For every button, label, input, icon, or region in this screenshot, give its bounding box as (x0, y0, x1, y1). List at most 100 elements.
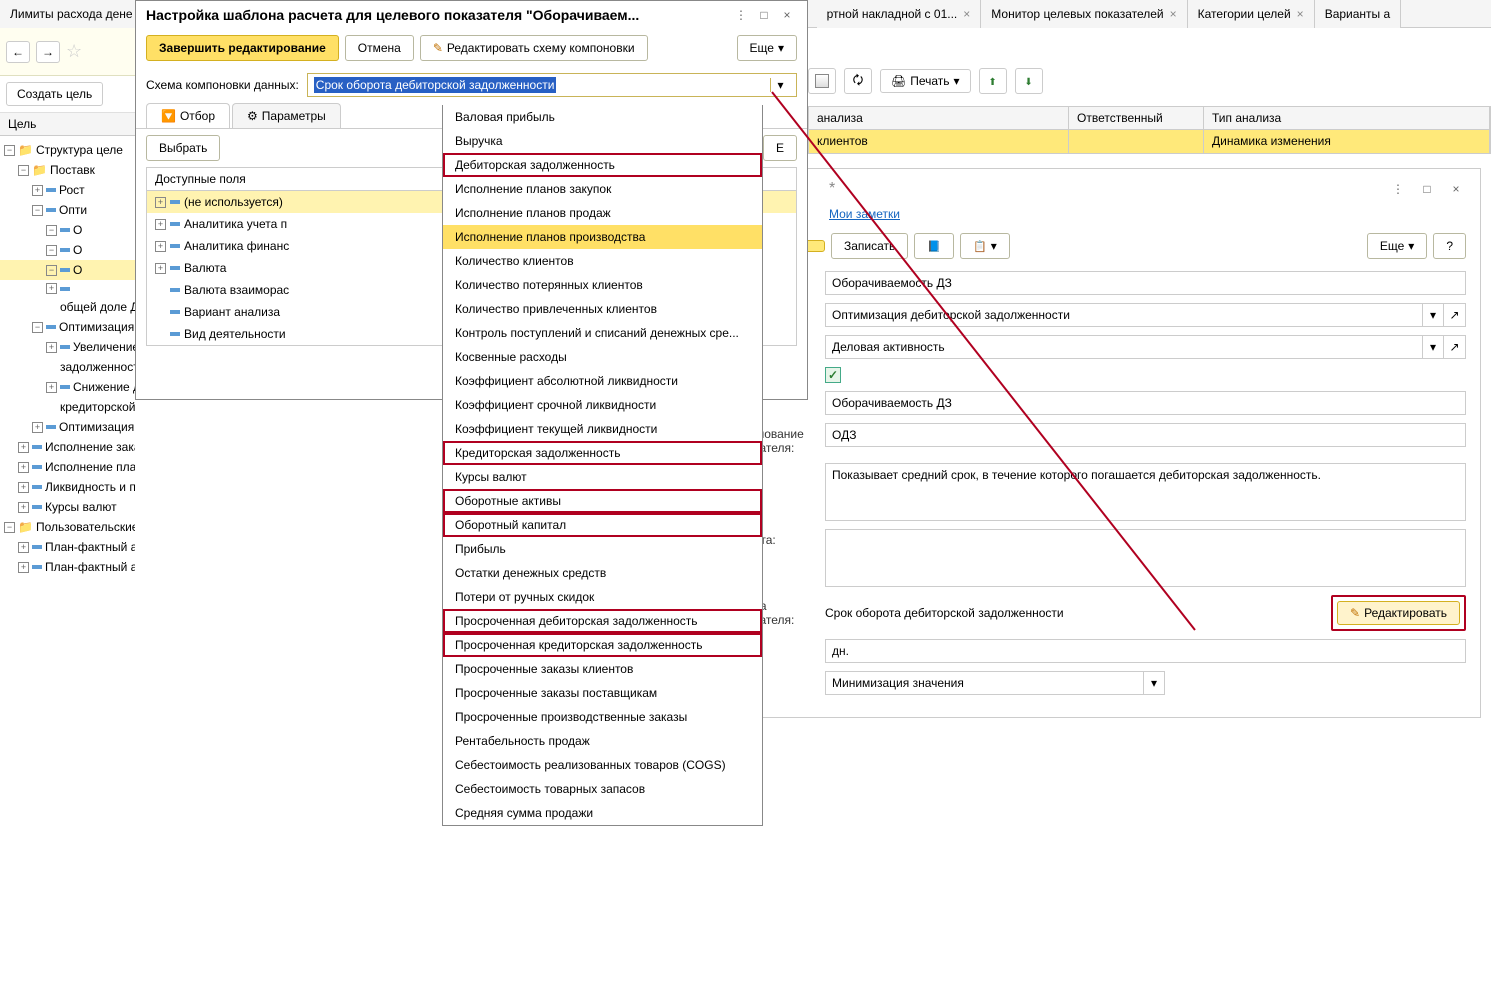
tab-monitor[interactable]: Монитор целевых показателей× (981, 0, 1187, 28)
tab-variants[interactable]: Варианты а (1315, 0, 1401, 28)
tab-invoice[interactable]: ртной накладной с 01...× (817, 0, 982, 28)
tree-row[interactable]: −📁Структура целе (0, 140, 135, 160)
fullname-field[interactable]: Оборачиваемость ДЗ (825, 391, 1466, 415)
dropdown-item[interactable]: Просроченная кредиторская задолженность (443, 633, 762, 657)
dropdown-item[interactable]: Валовая прибыль (443, 105, 762, 129)
tree-row[interactable]: задолженности (0, 357, 135, 377)
tree-row[interactable]: +План-фактный анализ лимитов (0, 557, 135, 577)
tab-params[interactable]: ⚙Параметры (232, 103, 341, 128)
dropdown-item[interactable]: Оборотный капитал (443, 513, 762, 537)
grid-header-responsible[interactable]: Ответственный (1069, 107, 1204, 129)
my-notes-link[interactable]: Мои заметки (829, 205, 1466, 229)
checkbox[interactable]: ✓ (825, 367, 841, 383)
dropdown-item[interactable]: Просроченные производственные заказы (443, 705, 762, 729)
tree-row[interactable]: −О (0, 220, 135, 240)
tree-row[interactable]: +Ликвидность и платежеспособность (0, 477, 135, 497)
dropdown-item[interactable]: Количество потерянных клиентов (443, 273, 762, 297)
move-up-button[interactable] (979, 68, 1007, 94)
more-button[interactable]: Еще ▾ (1367, 233, 1427, 259)
doc-icon-button[interactable] (808, 68, 836, 94)
dropdown-item[interactable]: Оборотные активы (443, 489, 762, 513)
open-icon[interactable]: ↗ (1444, 303, 1466, 327)
tab-limits[interactable]: Лимиты расхода дене (0, 0, 144, 28)
category-field[interactable]: Деловая активность (825, 335, 1422, 359)
tree-row[interactable]: −📁Пользовательские сценарии (0, 517, 135, 537)
more-button[interactable]: Еще ▾ (737, 35, 797, 61)
kebab-icon[interactable]: ⋮ (731, 5, 751, 25)
dropdown-item[interactable]: Курсы валют (443, 465, 762, 489)
grid-header-analysis[interactable]: анализа (809, 107, 1069, 129)
trend-field[interactable]: Минимизация значения (825, 671, 1143, 695)
dropdown-item[interactable]: Просроченные заказы поставщикам (443, 681, 762, 705)
chevron-down-icon[interactable]: ▾ (770, 78, 790, 92)
dropdown-item[interactable]: Дебиторская задолженность (443, 153, 762, 177)
short-name-field[interactable]: ОДЗ (825, 423, 1466, 447)
choose-button[interactable]: Выбрать (146, 135, 220, 161)
tab-filter[interactable]: 🔽Отбор (146, 103, 230, 128)
tree-row[interactable]: −📁Поставк (0, 160, 135, 180)
tree-row[interactable]: +Увеличение срока оборота кр (0, 337, 135, 357)
dropdown-item[interactable]: Рентабельность продаж (443, 729, 762, 753)
e-button[interactable]: Е (763, 135, 797, 161)
close-icon[interactable]: × (1297, 7, 1304, 21)
dropdown-item[interactable]: Исполнение планов производства (443, 225, 762, 249)
move-down-button[interactable] (1015, 68, 1043, 94)
goal-field[interactable]: Оптимизация дебиторской задолженности (825, 303, 1422, 327)
tree-row[interactable]: общей доле ДЗ (0, 297, 135, 317)
create-goal-button[interactable]: Создать цель (6, 82, 103, 106)
dropdown-item[interactable]: Выручка (443, 129, 762, 153)
finish-editing-button[interactable]: Завершить редактирование (146, 35, 339, 61)
edit-scheme-button[interactable]: Редактировать схему компоновки (420, 35, 648, 61)
dropdown-item[interactable]: Коэффициент абсолютной ликвидности (443, 369, 762, 393)
dropdown-item[interactable]: Количество привлеченных клиентов (443, 297, 762, 321)
edit-template-button[interactable]: Редактировать (1337, 601, 1460, 625)
maximize-icon[interactable]: □ (754, 5, 774, 25)
tree-row[interactable]: −О (0, 240, 135, 260)
tree-row[interactable]: −Опти (0, 200, 135, 220)
close-icon[interactable]: × (1170, 7, 1177, 21)
write-button[interactable]: Записать (831, 233, 908, 259)
formula-field[interactable] (825, 529, 1466, 587)
dropdown-item[interactable]: Потери от ручных скидок (443, 585, 762, 609)
close-icon[interactable]: × (777, 5, 797, 25)
description-field[interactable]: Показывает средний срок, в течение котор… (825, 463, 1466, 521)
close-icon[interactable]: × (1446, 179, 1466, 199)
kebab-icon[interactable]: ⋮ (1388, 179, 1408, 199)
dimension-field[interactable]: дн. (825, 639, 1466, 663)
dropdown-item[interactable]: Косвенные расходы (443, 345, 762, 369)
dropdown-item[interactable]: Количество клиентов (443, 249, 762, 273)
nav-forward-button[interactable]: → (36, 41, 60, 63)
open-icon[interactable]: ↗ (1444, 335, 1466, 359)
dropdown-item[interactable]: Контроль поступлений и списаний денежных… (443, 321, 762, 345)
tree-row[interactable]: +Курсы валют (0, 497, 135, 517)
chevron-down-icon[interactable]: ▾ (1422, 335, 1444, 359)
dropdown-item[interactable]: Остатки денежных средств (443, 561, 762, 585)
help-button[interactable]: ? (1433, 233, 1466, 259)
name-field[interactable]: Оборачиваемость ДЗ (825, 271, 1466, 295)
dropdown-item[interactable]: Себестоимость реализованных товаров (COG… (443, 753, 762, 777)
close-icon[interactable]: × (963, 7, 970, 21)
dropdown-item[interactable]: Кредиторская задолженность (443, 441, 762, 465)
dropdown-item[interactable]: Исполнение планов закупок (443, 177, 762, 201)
dropdown-item[interactable]: Исполнение планов продаж (443, 201, 762, 225)
tree-row[interactable]: кредиторской задолженности (0, 397, 135, 417)
data-grid-row[interactable]: клиентов Динамика изменения (808, 130, 1491, 154)
dropdown-item[interactable]: Средняя сумма продажи (443, 801, 762, 825)
tree-row[interactable]: +План-фактный анализ продаж (0, 537, 135, 557)
tree-row[interactable]: +Рост (0, 180, 135, 200)
scheme-combobox[interactable]: Срок оборота дебиторской задолженности ▾ (307, 73, 797, 97)
maximize-icon[interactable]: □ (1417, 179, 1437, 199)
grid-header-type[interactable]: Тип анализа (1204, 107, 1490, 129)
dropdown-item[interactable]: Прибыль (443, 537, 762, 561)
book-button[interactable] (914, 233, 954, 259)
dropdown-item[interactable]: Просроченная дебиторская задолженность (443, 609, 762, 633)
dropdown-item[interactable]: Себестоимость товарных запасов (443, 777, 762, 801)
dropdown-item[interactable]: Коэффициент срочной ликвидности (443, 393, 762, 417)
tab-categories[interactable]: Категории целей× (1188, 0, 1315, 28)
copy-button[interactable]: ▾ (960, 233, 1010, 259)
favorite-star-icon[interactable]: ☆ (66, 41, 82, 62)
nav-back-button[interactable]: ← (6, 41, 30, 63)
tree-row[interactable]: +Оптимизация товарных запасов (0, 417, 135, 437)
tree-row[interactable]: +Исполнение планов (0, 457, 135, 477)
tree-row[interactable]: +Снижение доли просроченной (0, 377, 135, 397)
